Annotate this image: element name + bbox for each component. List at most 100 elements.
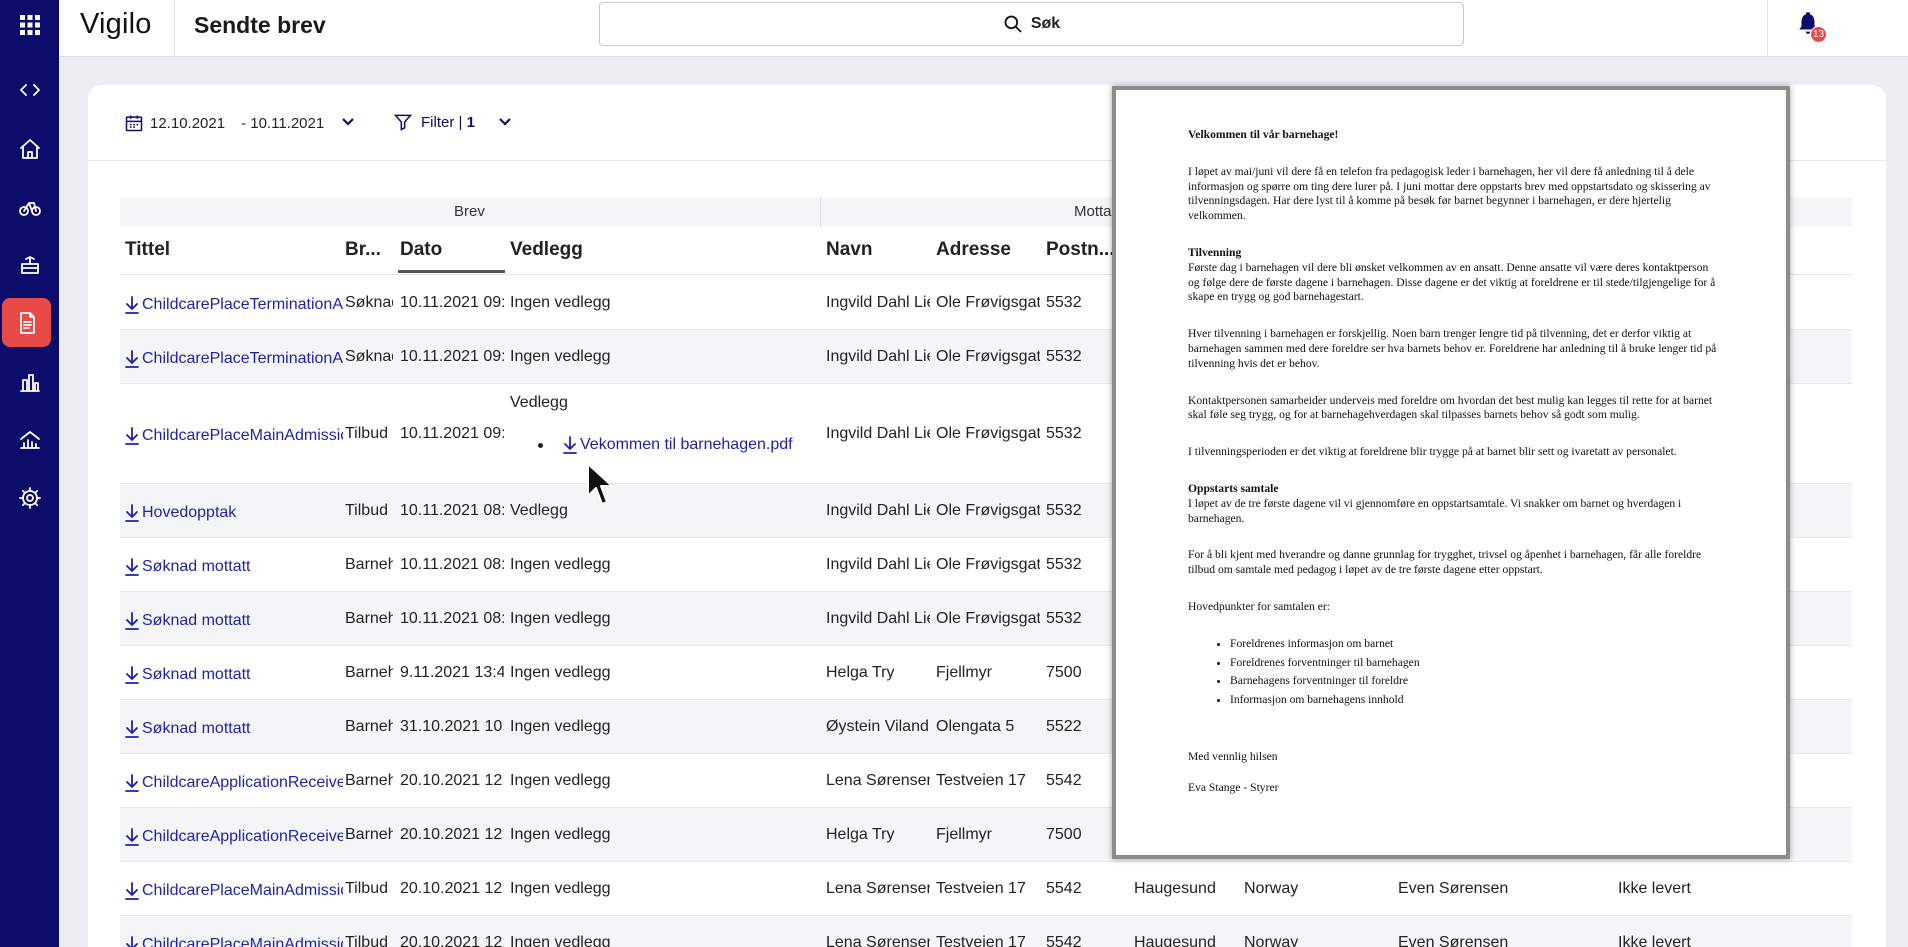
letter-title-link[interactable]: ChildcarePlaceMainAdmission: [125, 936, 343, 947]
cell-status: Ikke levert: [1618, 934, 1691, 947]
doc-paragraph: Første dag i barnehagen vil dere bli øns…: [1188, 260, 1716, 304]
nav-statistics[interactable]: [0, 415, 59, 465]
doc-title: Velkommen til vår barnehage!: [1188, 128, 1339, 141]
download-icon: [126, 936, 138, 947]
doc-paragraph: Hver tilvenning i barnehagen er forskjel…: [1188, 327, 1717, 370]
cell-foresatt: Even Sørensen: [1398, 934, 1509, 947]
filter-button[interactable]: Filter | 1: [393, 112, 475, 132]
letter-title-link[interactable]: Søknad mottatt: [125, 558, 343, 576]
sort-indicator: [398, 270, 505, 273]
letter-title-link[interactable]: ChildcareApplicationReceived: [125, 774, 343, 792]
brand-logo[interactable]: Vigilo: [80, 8, 152, 41]
cell-vedlegg: Ingen vedlegg: [510, 934, 611, 947]
cell-postnr: 5522: [1046, 718, 1082, 735]
nav-activities[interactable]: [0, 182, 59, 232]
cell-postnr: 7500: [1046, 664, 1082, 681]
table-row[interactable]: ChildcarePlaceMainAdmissionTilbud o 20.10…: [120, 862, 1852, 916]
cell-navn: Ingvild Dahl Lie: [826, 502, 930, 519]
letter-title: Søknad mottatt: [142, 558, 251, 575]
nav-letters[interactable]: [2, 298, 51, 347]
letter-title-link[interactable]: ChildcarePlaceMainAdmission: [125, 427, 343, 445]
cell-dato: 10.11.2021 08:34: [400, 502, 504, 519]
letter-title-link[interactable]: Hovedopptak: [125, 504, 343, 522]
download-icon: [563, 436, 577, 454]
download-icon: [125, 296, 139, 314]
cell-vedlegg: Ingen vedlegg: [510, 348, 611, 365]
group-brev: Brev: [454, 203, 485, 220]
doc-paragraph: For å bli kjent med hverandre og danne g…: [1188, 548, 1702, 577]
date-range-picker[interactable]: 12.10.2021 - 10.11.2021: [124, 113, 330, 133]
notification-badge: 13: [1810, 26, 1827, 43]
cell-adresse: Ole Frøvigsgate: [936, 294, 1040, 311]
doc-paragraph: Kontaktpersonen samarbeider underveis me…: [1188, 393, 1713, 422]
letter-title-link[interactable]: Søknad mottatt: [125, 666, 343, 684]
cell-type: Barneh: [345, 772, 393, 789]
search-bar[interactable]: Søk: [599, 2, 1464, 46]
col-brevtype[interactable]: Br...: [345, 239, 395, 261]
chevron-down-icon[interactable]: [498, 115, 512, 129]
letter-title: ChildcarePlaceMainAdmission: [142, 427, 343, 444]
letter-title-link[interactable]: Søknad mottatt: [125, 720, 343, 738]
bullet: [538, 442, 543, 448]
cell-dato: 10.11.2021 09:06: [400, 425, 504, 442]
document-icon: [19, 311, 35, 334]
nav-kindergarten[interactable]: [0, 240, 59, 290]
download-icon: [125, 774, 139, 792]
doc-paragraph: I løpet av de tre første dagene vil vi g…: [1188, 496, 1682, 525]
chevron-down-icon[interactable]: [341, 115, 355, 129]
apps-grid-button[interactable]: [0, 0, 59, 50]
cell-vedlegg: Ingen vedlegg: [510, 610, 611, 627]
col-adresse[interactable]: Adresse: [936, 239, 1036, 261]
nav-reports[interactable]: [0, 357, 59, 407]
cell-postnr: 5532: [1046, 502, 1082, 519]
attachment-link-body[interactable]: Vekommen til barnehagen.pdf: [563, 436, 793, 454]
cell-dato: 20.10.2021 12:33: [400, 772, 504, 789]
cell-postnr: 5532: [1046, 425, 1082, 442]
house-chart-icon: [19, 431, 40, 449]
cell-vedlegg: Ingen vedlegg: [510, 772, 611, 789]
nav-settings[interactable]: [0, 473, 59, 523]
doc-closing: Med vennlig hilsen: [1188, 749, 1278, 763]
letter-title-link[interactable]: ChildcarePlaceTerminationAc: [125, 350, 343, 368]
doc-paragraph: Hovedpunkter for samtalen er:: [1188, 599, 1330, 613]
letter-title-link[interactable]: Søknad mottatt: [125, 612, 343, 630]
grid-icon: [19, 15, 40, 35]
letter-title-link[interactable]: ChildcareApplicationReceived: [125, 828, 343, 846]
cell-adresse: Testveien 17: [936, 880, 1026, 897]
letter-title-link[interactable]: ChildcarePlaceTerminationAc: [125, 296, 343, 314]
cell-navn: Lena Sørensen: [826, 880, 930, 897]
divider: [820, 197, 821, 227]
cell-adresse: Testveien 17: [936, 772, 1026, 789]
cell-adresse: Ole Frøvigsgate: [936, 502, 1040, 519]
col-navn[interactable]: Navn: [826, 239, 916, 261]
cell-land: Norway: [1244, 934, 1299, 947]
filter-icon: [393, 114, 413, 131]
notifications-button[interactable]: 13: [1795, 10, 1827, 43]
download-icon: [125, 350, 139, 368]
cell-sted: Haugesund: [1134, 880, 1216, 897]
attachment-link[interactable]: Vekommen til barnehagen.pdf: [538, 436, 793, 454]
cell-adresse: Olengata 5: [936, 718, 1015, 735]
download-icon: [125, 666, 139, 684]
mouse-cursor-icon: [587, 463, 613, 505]
col-vedlegg[interactable]: Vedlegg: [510, 239, 660, 261]
cell-type: Barneh: [345, 826, 393, 843]
doc-list: Foreldrenes informasjon om barnet Foreld…: [1230, 637, 1718, 708]
letter-title: Søknad mottatt: [142, 612, 251, 629]
table-row[interactable]: ChildcarePlaceMainAdmissionTilbud o 20.10…: [120, 916, 1852, 947]
cell-postnr: 5532: [1046, 294, 1082, 311]
cell-navn: Ingvild Dahl Lie: [826, 556, 930, 573]
nav-home[interactable]: [0, 124, 59, 174]
cell-postnr: 5532: [1046, 610, 1082, 627]
col-postnr[interactable]: Postn...: [1046, 239, 1116, 261]
collapse-nav-button[interactable]: [0, 65, 59, 115]
doc-list-item: Barnehagens forventninger til foreldre: [1230, 674, 1718, 689]
letter-title: ChildcareApplicationReceived: [142, 774, 343, 791]
letter-title: Hovedopptak: [142, 504, 237, 521]
col-dato[interactable]: Dato: [400, 239, 500, 261]
cell-navn: Lena Sørensen: [826, 934, 930, 947]
col-tittel[interactable]: Tittel: [125, 239, 295, 261]
letter-title-link[interactable]: ChildcarePlaceMainAdmission: [125, 882, 343, 900]
cell-postnr: 7500: [1046, 826, 1082, 843]
bike-icon: [18, 202, 41, 216]
